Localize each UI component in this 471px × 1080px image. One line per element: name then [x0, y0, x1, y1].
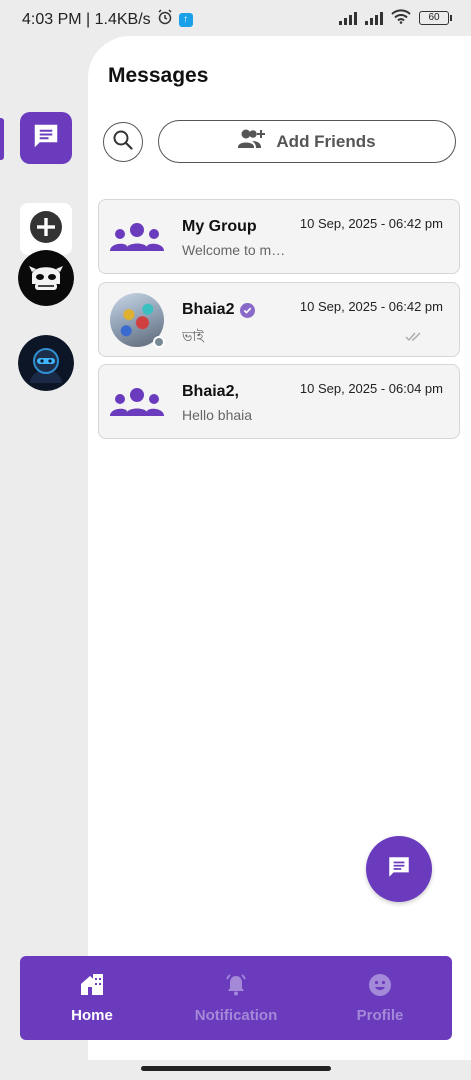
bell-icon [224, 973, 248, 1001]
chat-timestamp: 10 Sep, 2025 - 06:42 pm [299, 216, 443, 231]
rail-active-indicator [0, 118, 4, 160]
nav-home[interactable]: Home [20, 956, 164, 1040]
chat-list-item[interactable]: My Group 10 Sep, 2025 - 06:42 pm Welcome… [98, 199, 460, 274]
nav-notification-label: Notification [194, 1006, 278, 1024]
chat-icon [31, 121, 61, 156]
chat-name: Bhaia2 [182, 301, 256, 319]
presence-dot [153, 336, 165, 348]
verified-icon [240, 302, 256, 318]
chat-preview: ভাই [182, 328, 204, 344]
chat-list-item[interactable]: Bhaia2, 10 Sep, 2025 - 06:04 pm Hello bh… [98, 364, 460, 439]
status-right: 60 [339, 9, 452, 27]
rail-server-avatar-1[interactable] [18, 250, 74, 306]
double-check-icon [405, 329, 423, 347]
bottom-navigation: Home Notification Profile [20, 956, 452, 1040]
server-avatar-icon [18, 250, 74, 306]
avatar [110, 293, 165, 348]
status-left: 4:03 PM | 1.4KB/s ↑ [22, 9, 193, 30]
rail-server-avatar-2[interactable] [18, 335, 74, 391]
add-friends-label: Add Friends [276, 131, 376, 151]
chat-timestamp: 10 Sep, 2025 - 06:42 pm [299, 299, 443, 314]
nav-home-label: Home [71, 1006, 113, 1024]
smiley-icon [368, 973, 392, 1001]
add-user-icon [238, 128, 266, 155]
plus-circle-icon [29, 210, 63, 249]
nav-profile[interactable]: Profile [308, 956, 452, 1040]
home-indicator[interactable] [141, 1066, 331, 1071]
chat-name: My Group [182, 218, 257, 235]
nav-notification[interactable]: Notification [164, 956, 308, 1040]
search-icon [112, 129, 134, 156]
chat-preview: Welcome to my group [182, 242, 292, 258]
status-bar: 4:03 PM | 1.4KB/s ↑ 60 [0, 0, 471, 36]
server-avatar-icon [18, 335, 74, 391]
status-time: 4:03 PM | 1.4KB/s [22, 10, 151, 28]
chat-name: Bhaia2, [182, 383, 239, 400]
chat-list-item[interactable]: Bhaia2 10 Sep, 2025 - 06:42 pm ভাই [98, 282, 460, 357]
messages-panel: Messages Add Friends My Group 10 Sep, 20… [88, 36, 471, 1060]
group-icon [110, 210, 164, 264]
rail-messages-button[interactable] [20, 112, 72, 164]
signal-icon [339, 11, 357, 25]
chat-icon [386, 854, 412, 885]
home-icon [79, 973, 105, 1001]
search-button[interactable] [103, 122, 143, 162]
signal-icon [365, 11, 383, 25]
server-rail [0, 36, 90, 1060]
new-chat-button[interactable] [366, 836, 432, 902]
rail-add-server-button[interactable] [20, 203, 72, 255]
wifi-icon [391, 9, 411, 27]
upload-icon: ↑ [178, 12, 193, 27]
battery-icon: 60 [419, 11, 452, 25]
avatar-photo [110, 293, 165, 348]
alarm-icon [157, 9, 173, 30]
nav-profile-label: Profile [356, 1006, 404, 1024]
page-title: Messages [108, 64, 209, 87]
chat-preview: Hello bhaia [182, 407, 253, 423]
chat-timestamp: 10 Sep, 2025 - 06:04 pm [299, 381, 443, 396]
add-friends-button[interactable]: Add Friends [158, 120, 456, 163]
group-icon [110, 375, 164, 429]
